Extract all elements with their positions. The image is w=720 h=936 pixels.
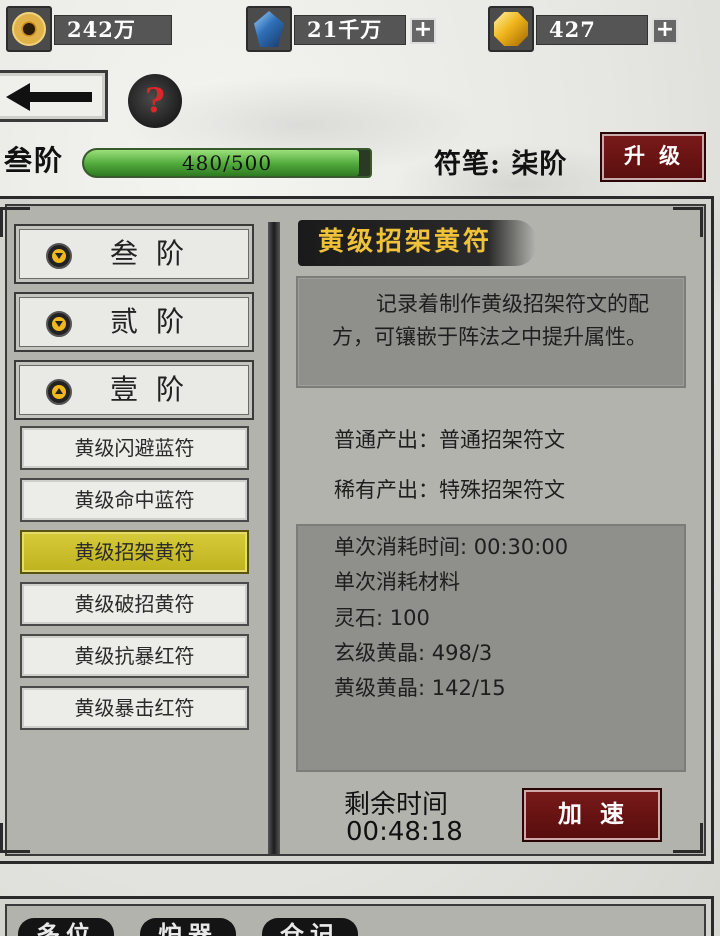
speedup-button[interactable]: 加速 xyxy=(522,788,662,842)
currency-gold: 427 + xyxy=(488,6,684,52)
remaining-time-label: 剩余时间 xyxy=(344,790,449,820)
add-gold-button[interactable]: + xyxy=(652,18,678,44)
add-crystal-button[interactable]: + xyxy=(410,18,436,44)
xp-progress-text: 480/500 xyxy=(181,151,273,175)
currency-yinyang: 242万 xyxy=(6,6,172,52)
recipe-item-hit-blue[interactable]: 黄级命中蓝符 xyxy=(20,478,249,522)
tier-header-1[interactable]: 壹阶 xyxy=(14,360,254,420)
remaining-time-value: 00:48:18 xyxy=(346,817,463,847)
collapse-down-icon xyxy=(46,311,72,337)
back-button[interactable] xyxy=(0,70,108,122)
recipe-description: 记录着制作黄级招架符文的配方，可镶嵌于阵法之中提升属性。 xyxy=(332,292,649,349)
cost-xuan-crystal: 玄级黄晶: 498/3 xyxy=(334,641,493,665)
cost-huang-crystal: 黄级黄晶: 142/15 xyxy=(334,676,506,700)
xp-progress-bar: 480/500 xyxy=(82,148,372,178)
tier-header-3[interactable]: 叁阶 xyxy=(14,224,254,284)
yinyang-amount: 242万 xyxy=(54,15,172,45)
panel-divider-scrollbar[interactable] xyxy=(268,222,280,854)
upgrade-button[interactable]: 升级 xyxy=(600,132,706,182)
tier-header-label: 叁阶 xyxy=(110,237,203,270)
crystal-amount: 21千万 xyxy=(294,15,406,45)
bottom-tab-3[interactable]: 仓记 xyxy=(262,918,358,936)
cost-spirit-stone: 灵石: 100 xyxy=(334,606,430,630)
recipe-item-anticrit-red[interactable]: 黄级抗暴红符 xyxy=(20,634,249,678)
rare-output: 稀有产出：特殊招架符文 xyxy=(334,478,565,502)
currency-crystal: 21千万 + xyxy=(246,6,442,52)
expand-up-icon xyxy=(46,379,72,405)
blue-crystal-icon xyxy=(246,6,292,52)
cost-materials-heading: 单次消耗材料 xyxy=(334,570,460,594)
recipe-item-dodge-blue[interactable]: 黄级闪避蓝符 xyxy=(20,426,249,470)
recipe-item-crit-red[interactable]: 黄级暴击红符 xyxy=(20,686,249,730)
yinyang-coin-icon xyxy=(6,6,52,52)
bottom-tab-1[interactable]: 多位 xyxy=(18,918,114,936)
collapse-down-icon xyxy=(46,243,72,269)
gold-gem-icon xyxy=(488,6,534,52)
detail-title: 黄级招架黄符 xyxy=(318,227,493,257)
tier-header-2[interactable]: 贰阶 xyxy=(14,292,254,352)
gold-amount: 427 xyxy=(536,15,648,45)
recipe-item-parry-yellow[interactable]: 黄级招架黄符 xyxy=(20,530,249,574)
cost-time: 单次消耗时间: 00:30:00 xyxy=(334,535,569,559)
level-label: 叁阶 xyxy=(4,144,65,177)
tier-header-label: 壹阶 xyxy=(110,373,203,406)
back-arrow-icon xyxy=(6,83,92,111)
help-button[interactable]: ? xyxy=(128,74,182,128)
talisman-pen-level: 符笔: 柒阶 xyxy=(434,149,568,180)
tier-header-label: 贰阶 xyxy=(110,305,203,338)
bottom-tab-2[interactable]: 炉器 xyxy=(140,918,236,936)
normal-output: 普通产出：普通招架符文 xyxy=(334,428,565,452)
recipe-item-break-yellow[interactable]: 黄级破招黄符 xyxy=(20,582,249,626)
